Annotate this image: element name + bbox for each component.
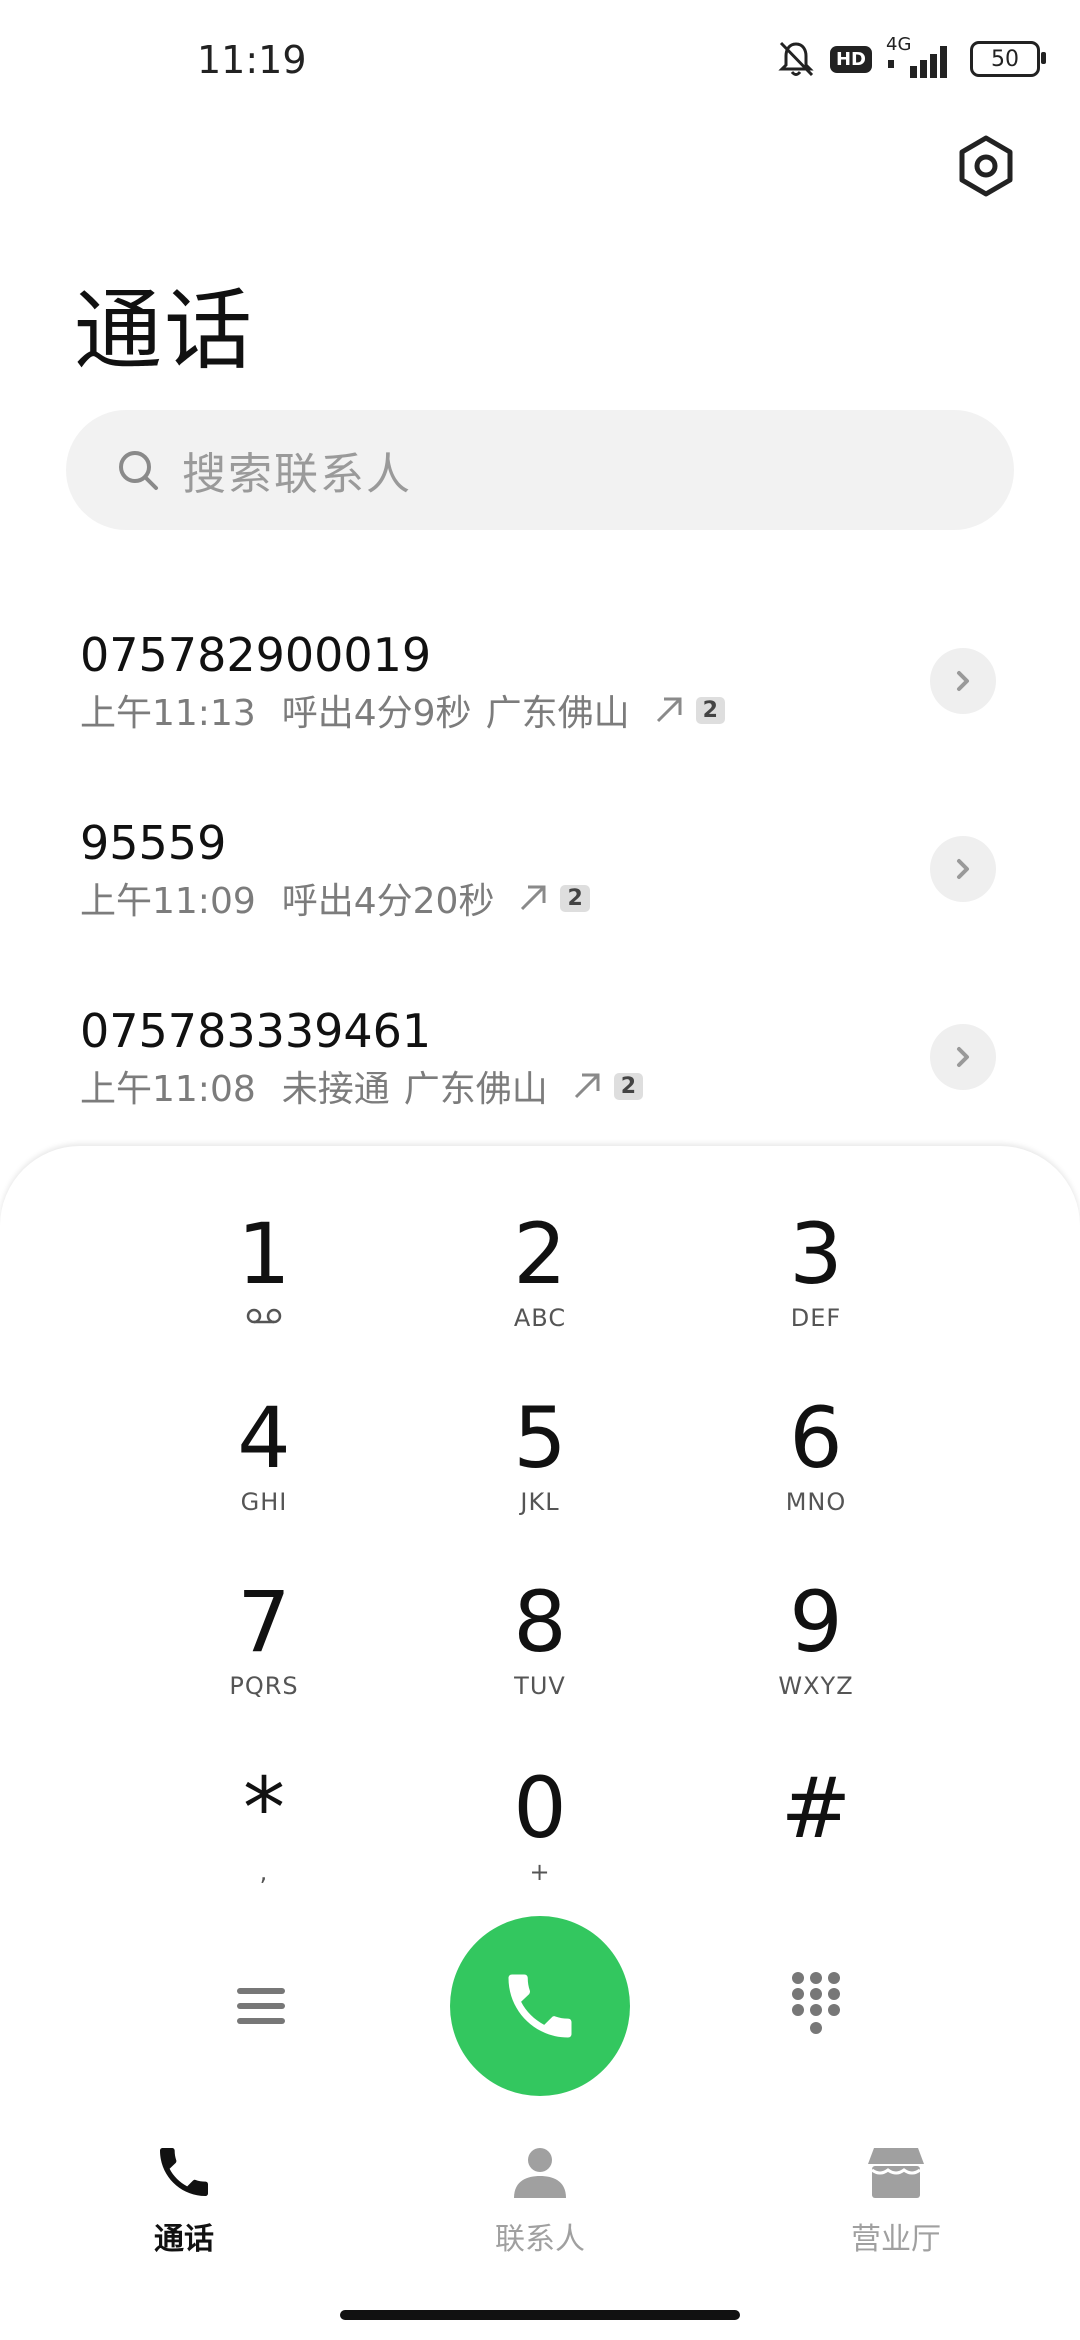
signal-icon: 4G: [886, 34, 956, 80]
dial-key-4[interactable]: 4 GHI: [154, 1390, 374, 1540]
nav-label: 通话: [154, 2222, 214, 2257]
call-log-item[interactable]: 95559 上午11:09 呼出4分20秒 2: [0, 816, 1080, 976]
key-digit: #: [780, 1759, 852, 1857]
outgoing-arrow-icon: [521, 885, 546, 911]
page-title: 通话: [74, 279, 255, 382]
key-letters: TUV: [514, 1672, 566, 1700]
call-number: 075783339461: [80, 1004, 432, 1058]
dial-key-3[interactable]: 3 DEF: [706, 1206, 926, 1356]
call-number: 95559: [80, 816, 227, 870]
call-meta: 上午11:13 呼出4分9秒 广东佛山 2: [80, 684, 725, 736]
phone-icon: [160, 2148, 208, 2196]
key-digit: *: [243, 1759, 285, 1857]
outgoing-arrow-icon: [574, 1073, 600, 1099]
key-letters: GHI: [240, 1488, 288, 1516]
call-time: 上午11:09: [80, 881, 256, 922]
call-status: 未接通: [281, 1069, 390, 1110]
status-bar: 11:19 HD 4G 50: [0, 0, 1080, 120]
call-count-badge: 2: [560, 884, 590, 912]
home-indicator[interactable]: [340, 2310, 740, 2320]
key-digit: 6: [789, 1389, 843, 1487]
dial-key-8[interactable]: 8 TUV: [430, 1574, 650, 1724]
outgoing-arrow-icon: [656, 697, 682, 723]
phone-icon: [508, 1974, 572, 2038]
key-digit: 2: [513, 1205, 567, 1303]
call-time: 上午11:13: [80, 693, 256, 734]
key-digit: 0: [513, 1759, 567, 1857]
key-digit: 9: [789, 1573, 843, 1671]
bell-muted-icon: [778, 41, 814, 77]
call-detail-button[interactable]: [930, 648, 996, 714]
dial-key-1[interactable]: 1: [154, 1206, 374, 1356]
battery-icon: 50: [970, 41, 1046, 77]
dial-key-7[interactable]: 7 PQRS: [154, 1574, 374, 1724]
hd-badge: HD: [829, 45, 872, 73]
settings-icon[interactable]: [954, 134, 1018, 198]
key-letters: WXYZ: [778, 1672, 854, 1700]
dial-key-5[interactable]: 5 JKL: [430, 1390, 650, 1540]
key-digit: 4: [237, 1389, 291, 1487]
call-button[interactable]: [450, 1916, 630, 2096]
nav-label: 联系人: [495, 2222, 585, 2257]
nav-tab-calls[interactable]: 通话: [84, 2140, 284, 2270]
key-letters: ABC: [513, 1304, 567, 1332]
nav-tab-service-hall[interactable]: 营业厅: [796, 2140, 996, 2270]
chevron-right-icon: [957, 671, 969, 691]
nav-label: 营业厅: [851, 2222, 941, 2257]
call-status: 呼出4分20秒: [281, 881, 495, 922]
chevron-right-icon: [957, 1047, 969, 1067]
key-letters: MNO: [785, 1488, 847, 1516]
status-time: 11:19: [197, 38, 307, 82]
dial-key-hash[interactable]: #: [706, 1760, 926, 1910]
dial-key-0[interactable]: 0 +: [430, 1760, 650, 1910]
menu-icon[interactable]: [233, 1978, 289, 2034]
key-digit: 7: [237, 1573, 291, 1671]
status-icons: HD 4G 50: [776, 34, 1046, 80]
dial-key-6[interactable]: 6 MNO: [706, 1390, 926, 1540]
key-letters: PQRS: [229, 1672, 299, 1700]
key-letters: +: [529, 1858, 551, 1886]
call-meta: 上午11:09 呼出4分20秒 2: [80, 872, 590, 924]
dial-key-star[interactable]: * ,: [154, 1760, 374, 1910]
dial-key-9[interactable]: 9 WXYZ: [706, 1574, 926, 1724]
call-detail-button[interactable]: [930, 1024, 996, 1090]
bottom-nav: 通话 联系人 营业厅: [0, 2140, 1080, 2270]
key-letters: JKL: [520, 1488, 560, 1516]
call-number: 075782900019: [80, 628, 432, 682]
search-icon: [119, 451, 158, 490]
call-location: 广东佛山: [485, 693, 630, 734]
call-log-item[interactable]: 075783339461 上午11:08 未接通 广东佛山 2: [0, 1004, 1080, 1164]
store-icon: [868, 2148, 924, 2198]
call-meta: 上午11:08 未接通 广东佛山 2: [80, 1060, 644, 1112]
search-placeholder: 搜索联系人: [182, 449, 412, 500]
chevron-right-icon: [957, 859, 969, 879]
call-time: 上午11:08: [80, 1069, 256, 1110]
call-location: 广东佛山: [403, 1069, 548, 1110]
key-letters: ,: [259, 1858, 269, 1886]
call-count-badge: 2: [695, 696, 725, 724]
key-digit: 8: [513, 1573, 567, 1671]
key-digit: 5: [513, 1389, 567, 1487]
key-letters: DEF: [790, 1304, 842, 1332]
key-digit: 3: [789, 1205, 843, 1303]
call-detail-button[interactable]: [930, 836, 996, 902]
voicemail-icon: [246, 1308, 282, 1324]
call-count-badge: 2: [613, 1072, 644, 1100]
call-status: 呼出4分9秒: [281, 693, 472, 734]
search-input[interactable]: 搜索联系人: [66, 410, 1014, 530]
key-digit: 1: [237, 1205, 291, 1303]
keypad-toggle-icon[interactable]: [788, 1970, 844, 2042]
call-log-item[interactable]: 075782900019 上午11:13 呼出4分9秒 广东佛山 2: [0, 628, 1080, 788]
person-icon: [514, 2148, 566, 2198]
battery-level: 50: [991, 46, 1019, 72]
dial-key-2[interactable]: 2 ABC: [430, 1206, 650, 1356]
dialer-action-row: [0, 1916, 1080, 2096]
nav-tab-contacts[interactable]: 联系人: [440, 2140, 640, 2270]
